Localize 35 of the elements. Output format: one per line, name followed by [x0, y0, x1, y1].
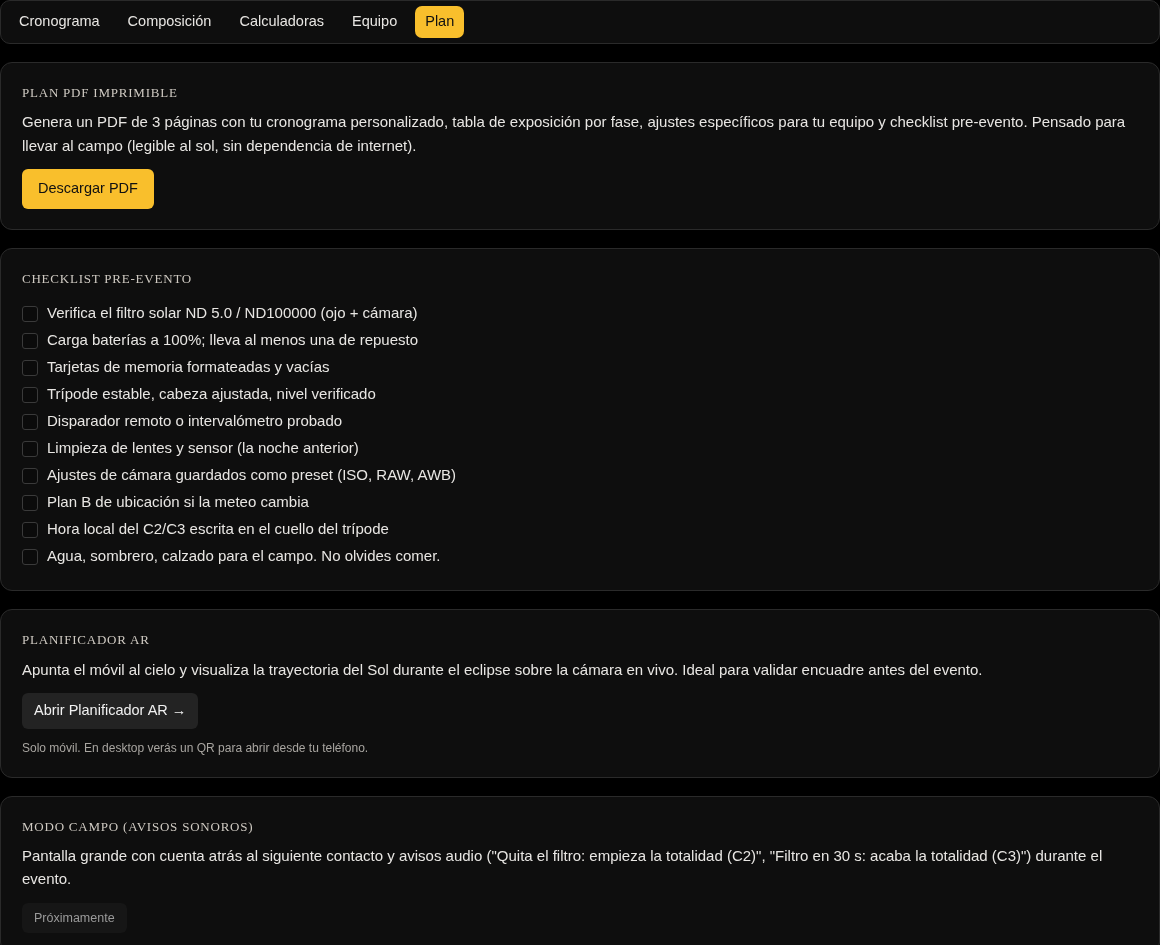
checkbox[interactable] — [22, 359, 38, 376]
tab[interactable]: Calculadoras — [229, 6, 335, 38]
tab[interactable]: Plan — [415, 6, 465, 38]
action-button[interactable]: Descargar PDF — [22, 168, 154, 209]
section-title: PLAN PDF IMPRIMIBLE — [22, 83, 179, 102]
checklist-item-label: Carga baterías a 100%; lleva al menos una de repuesto — [47, 330, 419, 351]
note-text: Solo móvil. En desktop verás un QR para abrir desde tu teléfono. — [22, 739, 370, 757]
checkbox[interactable] — [22, 413, 38, 430]
checkbox[interactable] — [22, 332, 38, 349]
checklist-item-label: Hora local del C2/C3 escrita en el cuello del trípode — [47, 519, 389, 540]
section-title: CHECKLIST PRE-EVENTO — [22, 269, 194, 288]
checkbox[interactable] — [22, 494, 38, 511]
tab[interactable]: Cronograma — [9, 6, 110, 38]
checklist-item-label: Agua, sombrero, calzado para el campo. No olvides comer. — [47, 546, 441, 567]
checklist-item-label: Verifica el filtro solar ND 5.0 / ND100000 (ojo + cámara) — [47, 303, 418, 324]
checkbox[interactable] — [22, 548, 38, 565]
checkbox[interactable] — [22, 386, 38, 403]
checkbox[interactable] — [22, 467, 38, 484]
checklist-item-label: Tarjetas de memoria formateadas y vacías — [47, 357, 330, 378]
tab[interactable]: Composición — [117, 6, 222, 38]
checklist-item-label: Plan B de ubicación si la meteo cambia — [47, 492, 309, 513]
checkbox[interactable] — [22, 440, 38, 457]
checklist-item-label: Ajustes de cámara guardados como preset (ISO, RAW, AWB) — [47, 465, 457, 486]
action-button[interactable]: Abrir Planificador AR → — [22, 692, 199, 729]
checkbox[interactable] — [22, 305, 38, 322]
section-title: MODO CAMPO (AVISOS SONOROS) — [22, 817, 255, 836]
checklist-item-label: Disparador remoto o intervalómetro probado — [47, 411, 343, 432]
checklist-item-label: Trípode estable, cabeza ajustada, nivel verificado — [47, 384, 376, 405]
section-description: Apunta el móvil al cielo y visualiza la trayectoria del Sol durante el eclipse sobre la cámara en vivo. Ideal para validar encuadre antes del evento. — [22, 659, 984, 680]
section-description: Genera un PDF de 3 páginas con tu cronograma personalizado, tabla de exposición por fase, ajustes específicos para tu equipo y checklist pre-evento. Pensado para llevar al campo (legible al sol, sin dependencia de internet). — [22, 112, 1127, 156]
checkbox[interactable] — [22, 521, 38, 538]
section-description: Pantalla grande con cuenta atrás al siguiente contacto y avisos audio ("Quita el filtro: empieza la totalidad (C2)", "Filtro en 30 s: acaba la totalidad (C3)") durante el evento. — [22, 846, 1104, 890]
checklist-item-label: Limpieza de lentes y sensor (la noche anterior) — [47, 438, 359, 459]
section-title: PLANIFICADOR AR — [22, 631, 151, 649]
tab[interactable]: Equipo — [342, 6, 408, 38]
